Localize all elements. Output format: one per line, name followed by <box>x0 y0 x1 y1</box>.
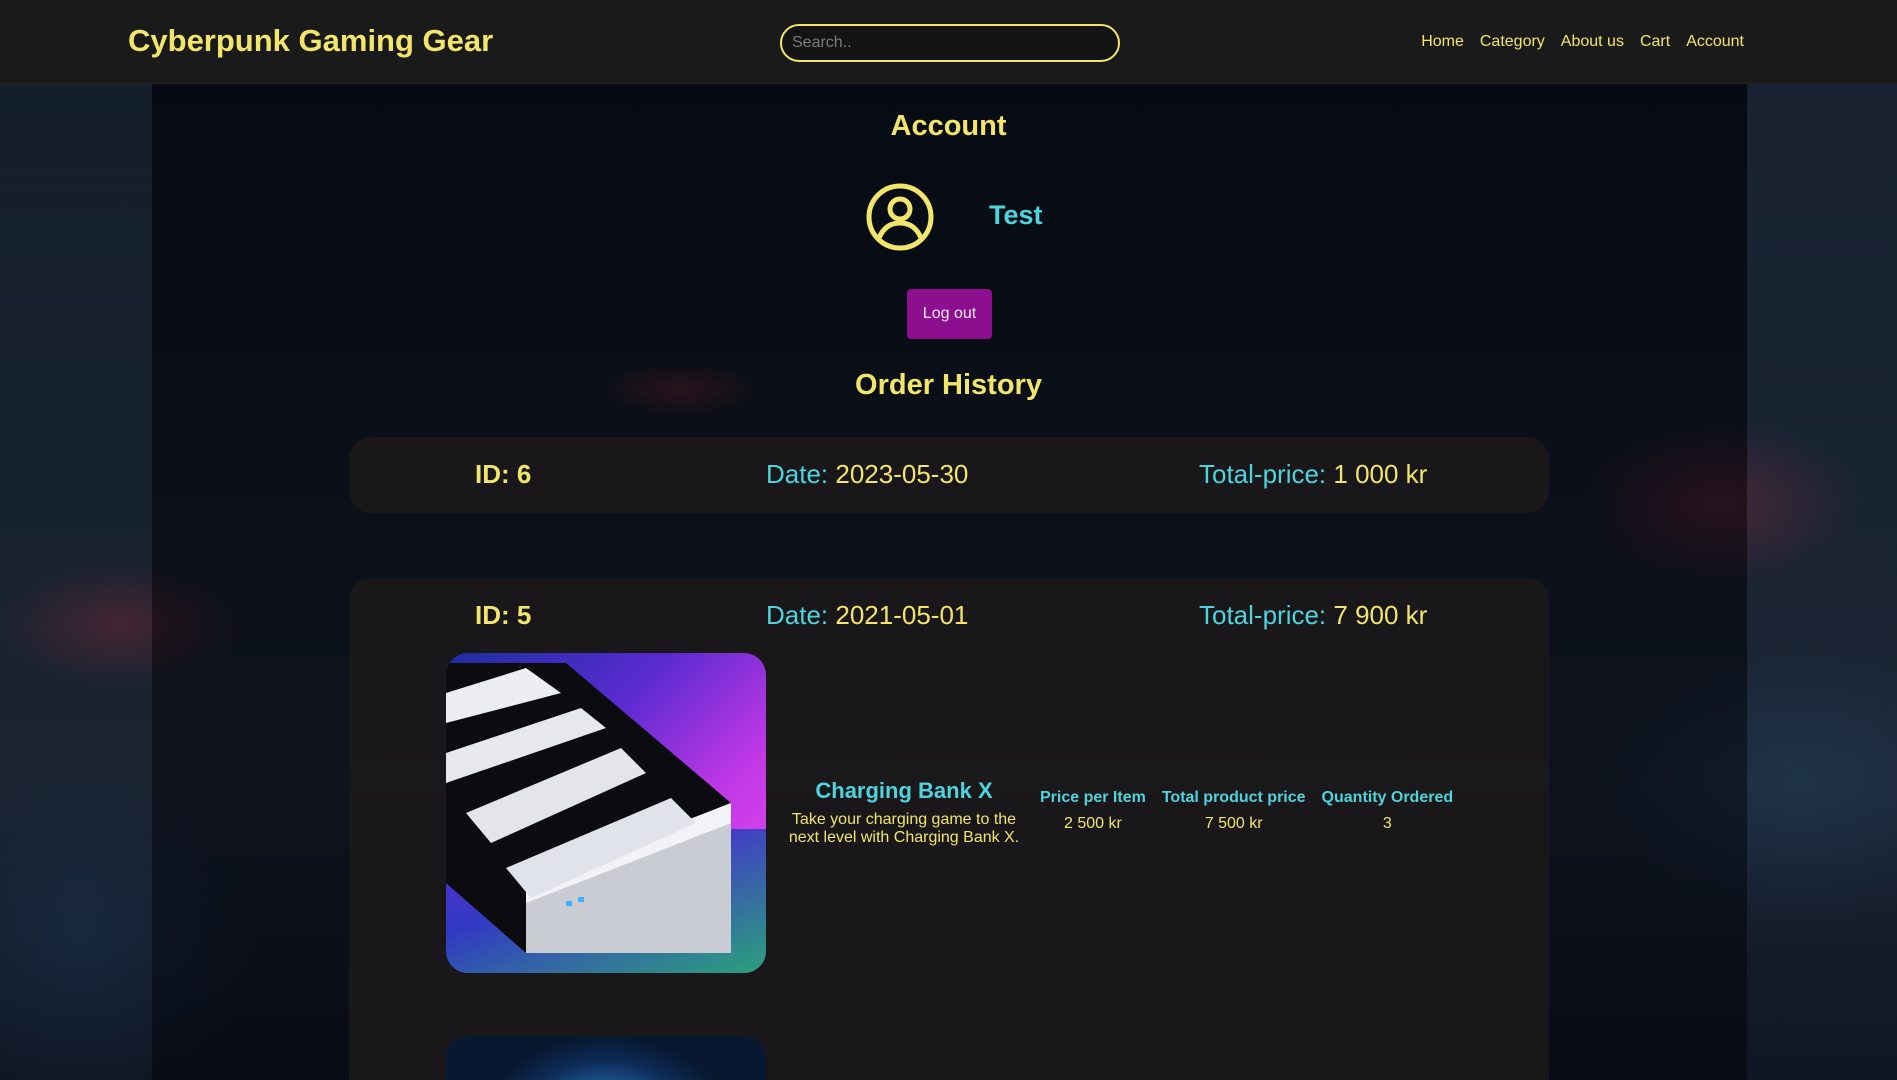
table-header-row: Price per Item Total product price Quant… <box>1032 789 1461 811</box>
order-total-value: 1 000 kr <box>1333 459 1428 489</box>
order-date-label: Date: <box>766 459 829 489</box>
order-total: Total-price: 7 900 kr <box>1199 600 1427 631</box>
column-header: Quantity Ordered <box>1321 789 1454 806</box>
nav-about-link[interactable]: About us <box>1561 33 1624 51</box>
column-header: Total product price <box>1161 789 1306 806</box>
product-image[interactable] <box>446 653 766 973</box>
product-description: Take your charging game to the next leve… <box>788 811 1020 846</box>
column-header: Price per Item <box>1040 789 1146 806</box>
order-date-value: 2021-05-01 <box>835 600 969 630</box>
order-card: ID: 5 Date: 2021-05-01 Total-price: 7 90… <box>349 578 1549 1080</box>
background-right-strip <box>1747 84 1897 1080</box>
brand-logo-text[interactable]: Cyberpunk Gaming Gear <box>128 23 493 59</box>
logout-button[interactable]: Log out <box>907 289 992 339</box>
order-date-label: Date: <box>766 600 829 630</box>
site-header: Cyberpunk Gaming Gear Home Category Abou… <box>0 0 1897 84</box>
nav-account-link[interactable]: Account <box>1686 33 1744 51</box>
product-image[interactable] <box>446 1036 766 1080</box>
nav-cart-link[interactable]: Cart <box>1640 33 1670 51</box>
nav-home-link[interactable]: Home <box>1421 33 1464 51</box>
quantity-ordered-cell: 3 <box>1382 815 1392 832</box>
order-id: ID: 5 <box>475 600 532 630</box>
order-history-title: Order History <box>855 369 1042 401</box>
background-left-strip <box>0 84 152 1080</box>
total-product-price-cell: 7 500 kr <box>1204 815 1263 832</box>
nav-category-link[interactable]: Category <box>1480 33 1545 51</box>
order-date: Date: 2023-05-30 <box>766 459 968 490</box>
account-title: Account <box>890 110 1007 142</box>
search-input[interactable] <box>780 24 1120 62</box>
order-date: Date: 2021-05-01 <box>766 600 968 631</box>
order-date-value: 2023-05-30 <box>835 459 969 489</box>
table-row: 2 500 kr 7 500 kr 3 <box>1032 811 1461 837</box>
charging-bank-icon <box>446 663 731 953</box>
user-avatar-icon <box>866 183 934 251</box>
order-card: ID: 6 Date: 2023-05-30 Total-price: 1 00… <box>349 437 1549 513</box>
price-per-item-cell: 2 500 kr <box>1064 815 1122 832</box>
product-price-table: Price per Item Total product price Quant… <box>1032 789 1461 837</box>
order-total-value: 7 900 kr <box>1333 600 1428 630</box>
order-total-label: Total-price: <box>1199 459 1327 489</box>
account-username: Test <box>989 200 1043 230</box>
main-nav: Home Category About us Cart Account <box>1421 33 1744 51</box>
order-id: ID: 6 <box>475 459 532 489</box>
product-name[interactable]: Charging Bank X <box>779 778 1029 804</box>
order-total-label: Total-price: <box>1199 600 1327 630</box>
order-total: Total-price: 1 000 kr <box>1199 459 1427 490</box>
